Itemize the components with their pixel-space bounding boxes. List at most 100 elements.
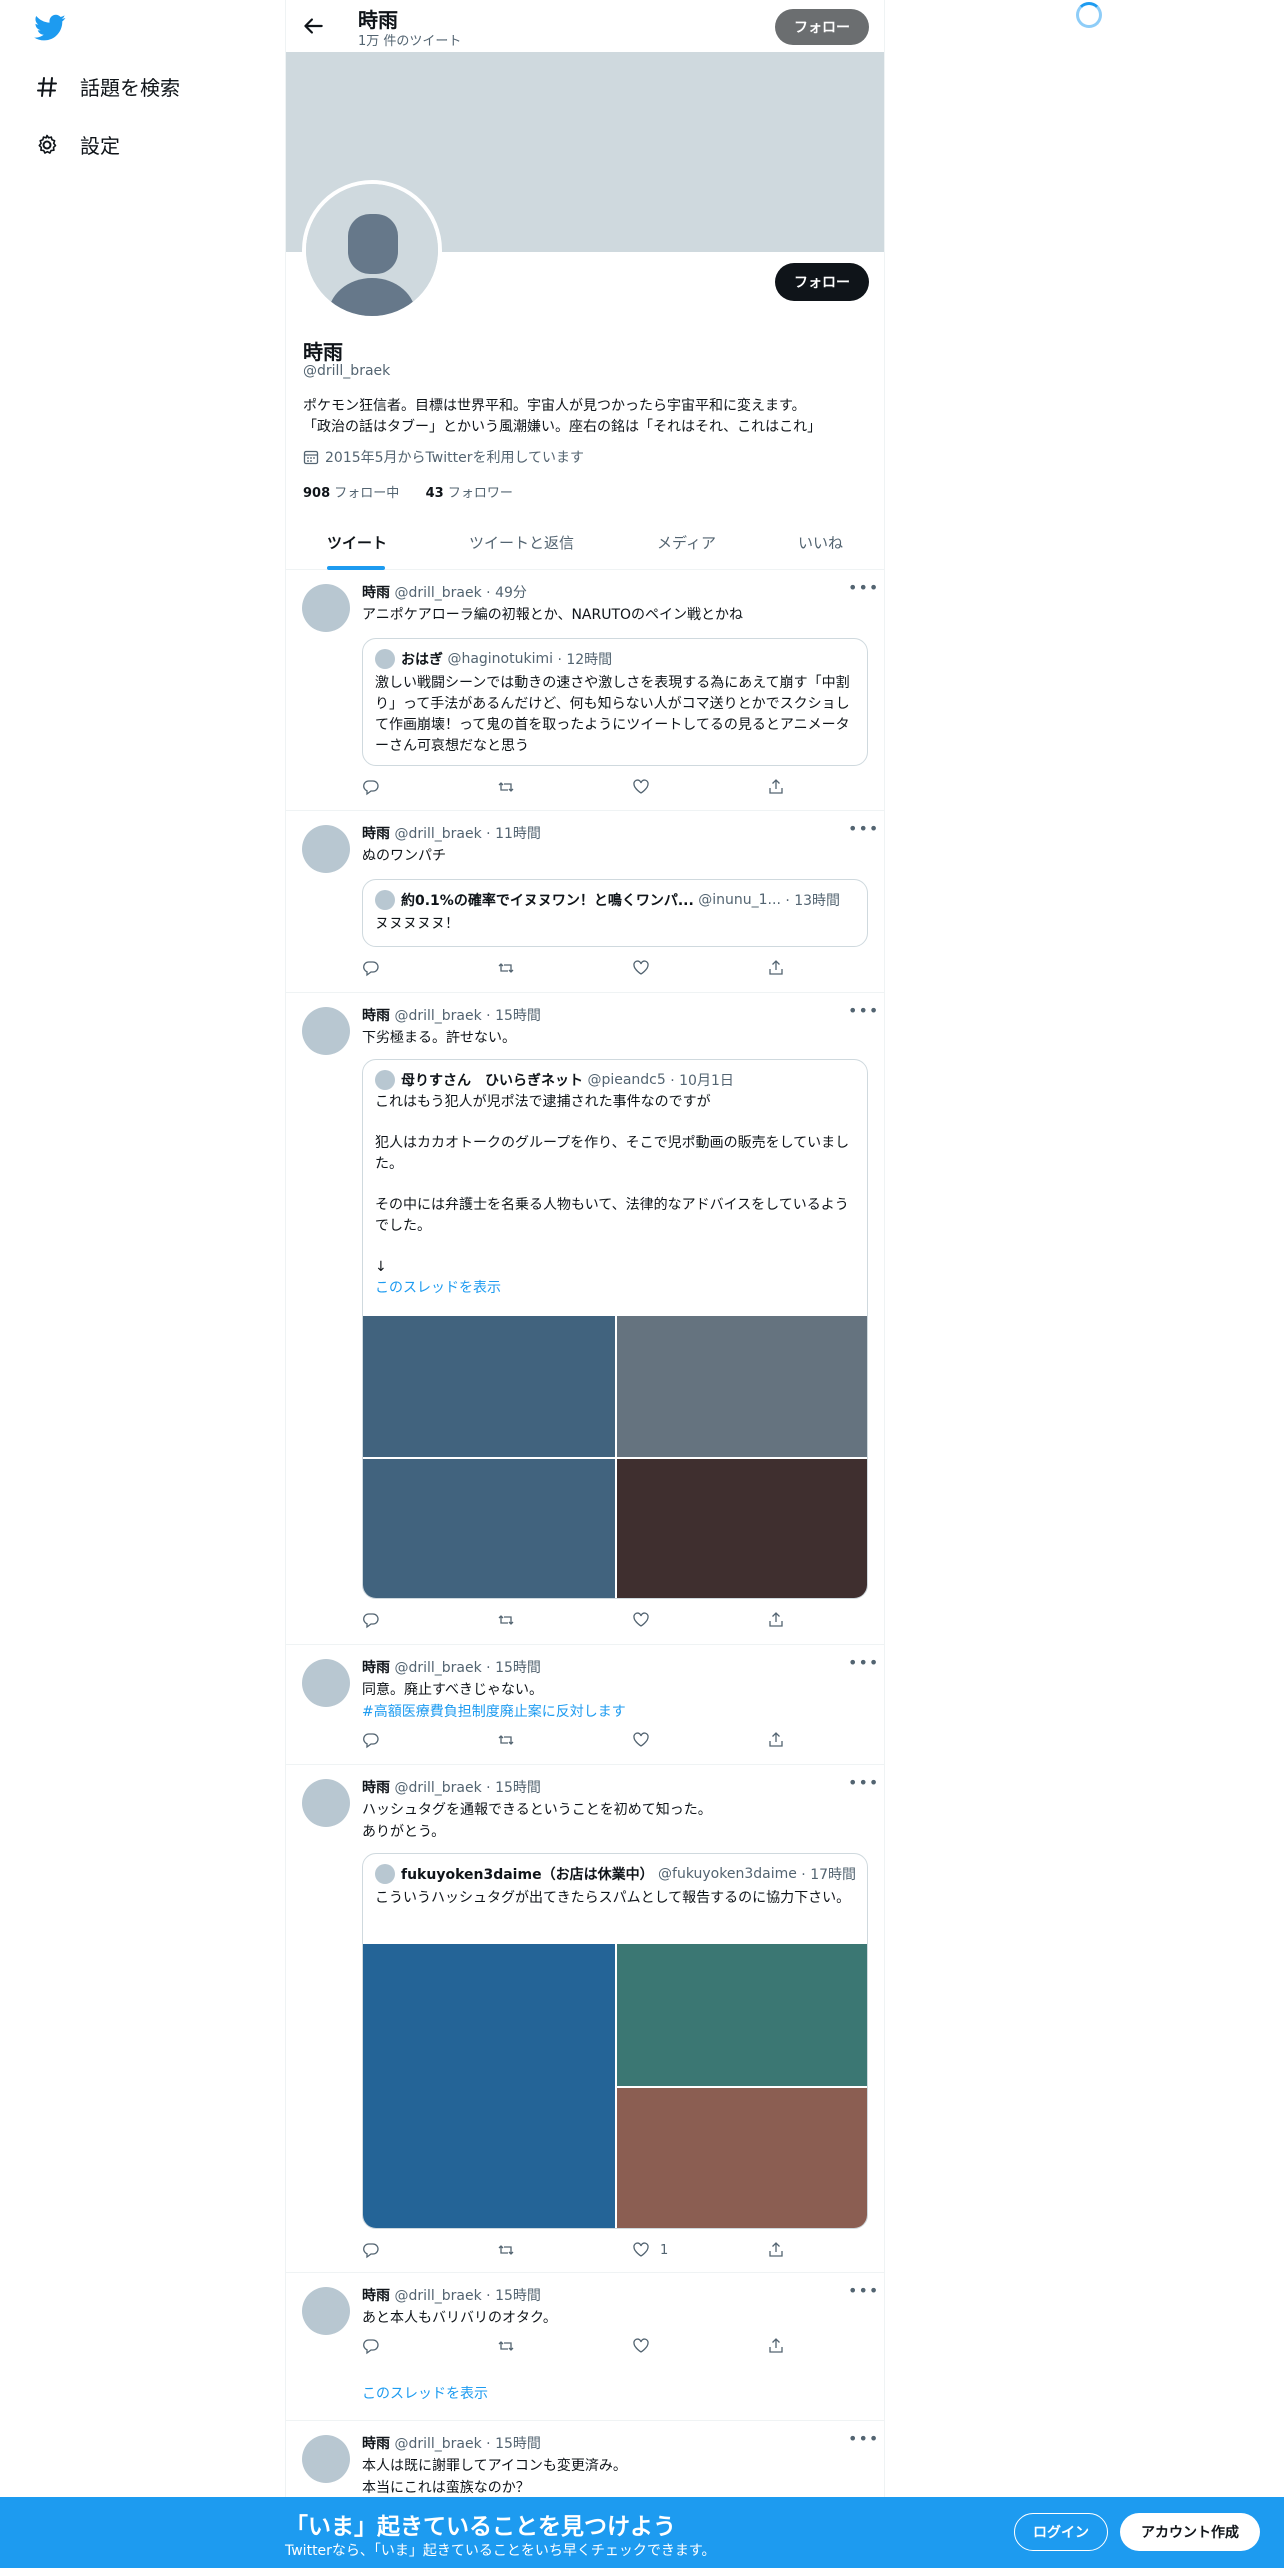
tweet-avatar[interactable] xyxy=(302,825,350,873)
tweet-text: ぬのワンパチ xyxy=(362,848,446,864)
follow-stats: 908 フォロー中 43 フォロワー xyxy=(303,482,513,501)
quote-avatar xyxy=(375,890,395,910)
reply-icon[interactable] xyxy=(362,1611,380,1629)
tweet-avatar[interactable] xyxy=(302,1007,350,1055)
like-icon[interactable] xyxy=(632,1611,650,1629)
signup-prompt-bar: 「いま」起きていることを見つけよう Twitterなら、「いま」起きていることを… xyxy=(0,2497,1284,2568)
tweet-actions xyxy=(362,959,785,981)
tab-likes[interactable]: いいね xyxy=(798,532,843,553)
more-options-icon[interactable]: ••• xyxy=(848,2281,879,2300)
like-icon[interactable] xyxy=(632,778,650,796)
show-thread-link[interactable]: このスレッドを表示 xyxy=(375,1278,859,1299)
nav-settings[interactable]: 設定 xyxy=(34,130,120,159)
reply-icon[interactable] xyxy=(362,959,380,977)
media-image[interactable] xyxy=(617,1316,867,1457)
joined-date: 2015年5月からTwitterを利用しています xyxy=(303,447,584,467)
tweet-avatar[interactable] xyxy=(302,2287,350,2335)
share-icon[interactable] xyxy=(767,959,785,977)
more-options-icon[interactable]: ••• xyxy=(848,578,879,597)
like-icon[interactable] xyxy=(632,2337,650,2355)
quote-header: fukuyoken3daime（お店は休業中） @fukuyoken3daime… xyxy=(375,1864,856,1884)
share-icon[interactable] xyxy=(767,2241,785,2259)
quote-header: おはぎ @haginotukimi · 12時間 xyxy=(375,649,612,669)
more-options-icon[interactable]: ••• xyxy=(848,1653,879,1672)
tweet[interactable]: 時雨 @drill_braek · 15時間 ••• ハッシュタグを通報できると… xyxy=(286,1765,884,2273)
login-button[interactable]: ログイン xyxy=(1014,2513,1108,2551)
tweet[interactable]: 時雨 @drill_braek · 15時間 ••• 下劣極まる。許せない。 母… xyxy=(286,993,884,1645)
share-icon[interactable] xyxy=(767,778,785,796)
share-icon[interactable] xyxy=(767,2337,785,2355)
quote-text: ヌヌヌヌヌ！ xyxy=(375,916,459,932)
tweet-text: アニポケアローラ編の初報とか、NARUTOのペイン戦とかね xyxy=(362,607,744,623)
hashtag-link[interactable]: #高額医療費負担制度廃止案に反対します xyxy=(362,1701,872,1723)
header-follow-button[interactable]: フォロー xyxy=(775,9,869,45)
retweet-icon[interactable] xyxy=(497,778,515,796)
tweet-actions xyxy=(362,1611,785,1633)
profile-header-bar: 時雨 1万 件のツイート フォロー xyxy=(286,0,884,52)
tweet[interactable]: 時雨 @drill_braek · 11時間 ••• ぬのワンパチ 約0.1%の… xyxy=(286,811,884,993)
like-icon[interactable]: 1 xyxy=(632,2241,668,2259)
signup-prompt-subtitle: Twitterなら、「いま」起きていることをいち早くチェックできます。 xyxy=(285,2543,716,2559)
reply-icon[interactable] xyxy=(362,1731,380,1749)
more-options-icon[interactable]: ••• xyxy=(848,1001,879,1020)
retweet-icon[interactable] xyxy=(497,1611,515,1629)
followers-link[interactable]: 43 フォロワー xyxy=(426,486,513,501)
gear-icon xyxy=(34,132,60,158)
media-image[interactable] xyxy=(363,1944,615,2228)
more-options-icon[interactable]: ••• xyxy=(848,819,879,838)
retweet-icon[interactable] xyxy=(497,1731,515,1749)
quoted-tweet[interactable]: 約0.1%の確率でイヌヌワン！と鳴くワンパ... @inunu_1... · 1… xyxy=(362,879,868,947)
like-icon[interactable] xyxy=(632,1731,650,1749)
back-arrow-icon[interactable] xyxy=(300,13,326,39)
quote-avatar xyxy=(375,1070,395,1090)
reply-icon[interactable] xyxy=(362,778,380,796)
share-icon[interactable] xyxy=(767,1611,785,1629)
profile-bio: ポケモン狂信者。目標は世界平和。宇宙人が見つかったら宇宙平和に変えます。 「政治… xyxy=(303,396,873,438)
reply-icon[interactable] xyxy=(362,2241,380,2259)
tweet-header: 時雨 @drill_braek · 49分 xyxy=(362,585,527,601)
media-image[interactable] xyxy=(363,1459,615,1598)
quoted-tweet[interactable]: おはぎ @haginotukimi · 12時間 激しい戦闘シーンでは動きの速さ… xyxy=(362,638,868,766)
media-image[interactable] xyxy=(617,2088,867,2228)
media-image[interactable] xyxy=(617,1944,867,2086)
retweet-icon[interactable] xyxy=(497,959,515,977)
tweet-text: あと本人もバリバリのオタク。 xyxy=(362,2310,557,2326)
calendar-icon xyxy=(303,449,319,465)
show-thread-link[interactable]: このスレッドを表示 xyxy=(362,2383,488,2403)
more-options-icon[interactable]: ••• xyxy=(848,2429,879,2448)
media-image[interactable] xyxy=(363,1316,615,1457)
tweet-text: 下劣極まる。許せない。 xyxy=(362,1030,516,1046)
profile-handle: @drill_braek xyxy=(303,363,391,379)
quoted-tweet[interactable]: 母りすさん ひいらぎネット @pieandc5 · 10月1日 これはもう犯人が… xyxy=(362,1059,868,1599)
reply-icon[interactable] xyxy=(362,2337,380,2355)
quote-text: これはもう犯人が児ポ法で逮捕された事件なのですが 犯人はカカオトークのグループを… xyxy=(375,1092,859,1299)
signup-button[interactable]: アカウント作成 xyxy=(1120,2513,1260,2551)
share-icon[interactable] xyxy=(767,1731,785,1749)
tweet-avatar[interactable] xyxy=(302,1659,350,1707)
tab-tweets-and-replies[interactable]: ツイートと返信 xyxy=(469,532,574,553)
nav-explore[interactable]: 話題を検索 xyxy=(34,72,180,101)
following-link[interactable]: 908 フォロー中 xyxy=(303,486,399,501)
tweet-avatar[interactable] xyxy=(302,2435,350,2483)
tweet[interactable]: 時雨 @drill_braek · 49分 ••• アニポケアローラ編の初報とか… xyxy=(286,570,884,811)
tab-tweets[interactable]: ツイート xyxy=(327,532,387,553)
tweet-avatar[interactable] xyxy=(302,584,350,632)
quote-avatar xyxy=(375,649,395,669)
twitter-logo-icon[interactable] xyxy=(34,14,66,42)
retweet-icon[interactable] xyxy=(497,2337,515,2355)
retweet-icon[interactable] xyxy=(497,2241,515,2259)
quote-text: こういうハッシュタグが出てきたらスパムとして報告するのに協力下さい。 xyxy=(375,1890,851,1906)
media-image[interactable] xyxy=(617,1459,867,1598)
like-icon[interactable] xyxy=(632,959,650,977)
tweet[interactable]: 時雨 @drill_braek · 15時間 ••• あと本人もバリバリのオタク… xyxy=(286,2273,884,2421)
more-options-icon[interactable]: ••• xyxy=(848,1773,879,1792)
tweet-avatar[interactable] xyxy=(302,1779,350,1827)
profile-column: 時雨 1万 件のツイート フォロー フォロー 時雨 @drill_braek ポ… xyxy=(285,0,885,2568)
tweet[interactable]: 時雨 @drill_braek · 15時間 ••• 同意。廃止すべきじゃない。… xyxy=(286,1645,884,1765)
quoted-tweet[interactable]: fukuyoken3daime（お店は休業中） @fukuyoken3daime… xyxy=(362,1853,868,2229)
tweet-header: 時雨 @drill_braek · 15時間 xyxy=(362,1008,541,1024)
tab-media[interactable]: メディア xyxy=(657,532,716,553)
tweet-header: 時雨 @drill_braek · 15時間 xyxy=(362,2288,541,2304)
follow-button[interactable]: フォロー xyxy=(775,263,869,301)
profile-avatar[interactable] xyxy=(302,180,442,320)
